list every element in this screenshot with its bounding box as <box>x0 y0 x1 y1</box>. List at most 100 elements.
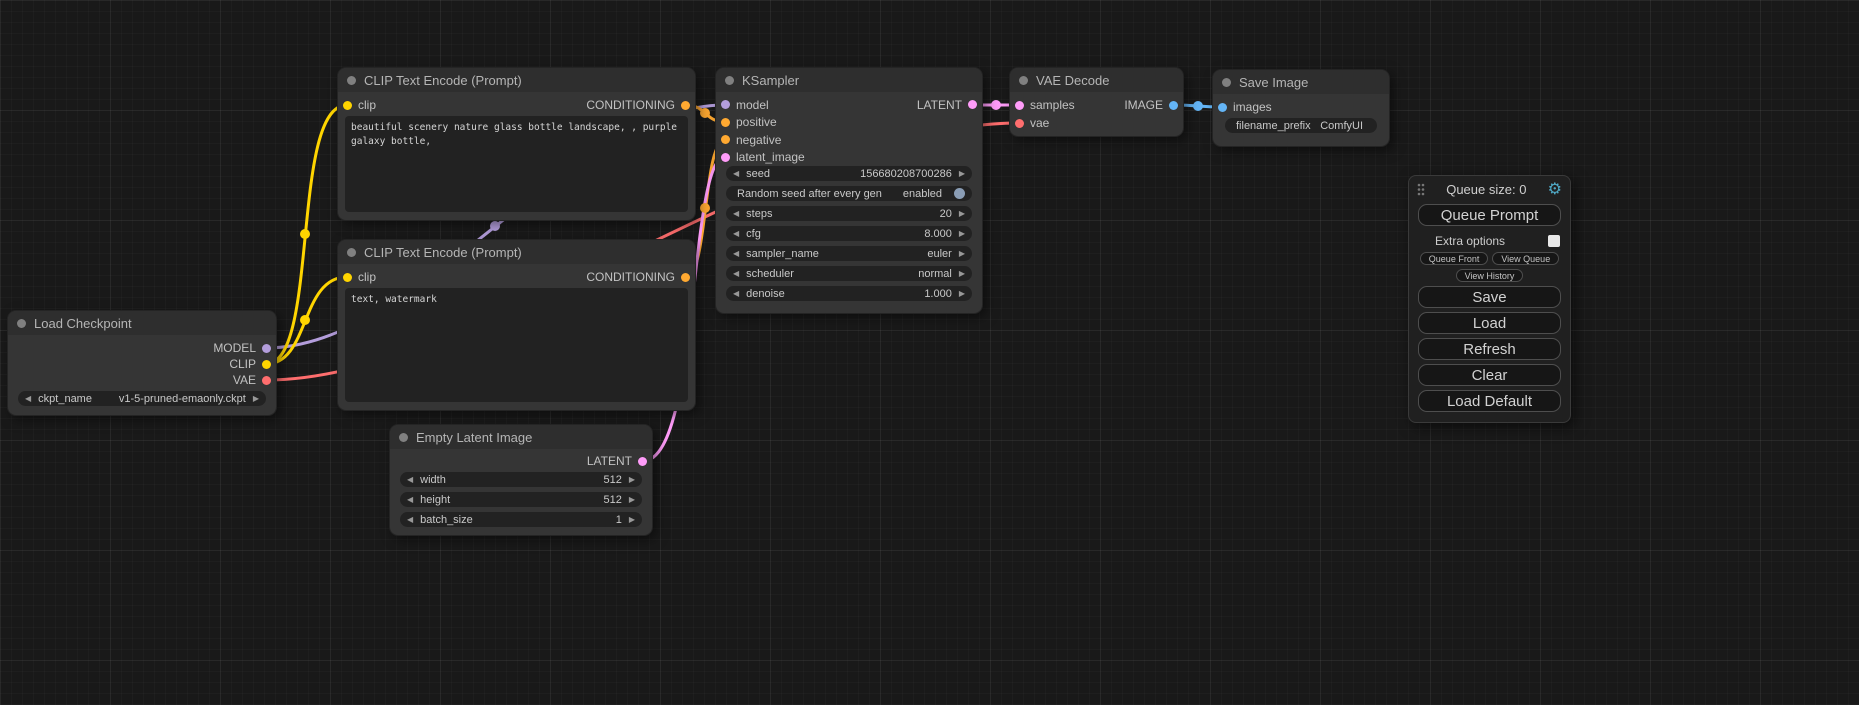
increment-arrow-icon[interactable]: ▶ <box>959 169 965 178</box>
widget-batch-size[interactable]: ◀ batch_size 1 ▶ <box>400 512 642 527</box>
output-dot-conditioning[interactable] <box>681 101 690 110</box>
load-button[interactable]: Load <box>1418 312 1561 334</box>
output-label-clip: CLIP <box>229 357 256 371</box>
output-label-latent: LATENT <box>917 98 962 112</box>
input-dot-model[interactable] <box>721 100 730 109</box>
drag-handle-icon[interactable] <box>1417 183 1425 196</box>
input-dot-latent-image[interactable] <box>721 153 730 162</box>
save-button[interactable]: Save <box>1418 286 1561 308</box>
input-dot-samples[interactable] <box>1015 101 1024 110</box>
extra-options-checkbox[interactable] <box>1548 235 1560 247</box>
decrement-arrow-icon[interactable]: ◀ <box>733 229 739 238</box>
widget-sampler-name[interactable]: ◀ sampler_name euler ▶ <box>726 246 972 261</box>
node-header[interactable]: VAE Decode <box>1010 68 1183 92</box>
collapse-dot-icon[interactable] <box>347 76 356 85</box>
increment-arrow-icon[interactable]: ▶ <box>959 289 965 298</box>
output-dot-conditioning[interactable] <box>681 273 690 282</box>
load-default-button[interactable]: Load Default <box>1418 390 1561 412</box>
node-header[interactable]: CLIP Text Encode (Prompt) <box>338 240 695 264</box>
view-history-button[interactable]: View History <box>1456 269 1524 282</box>
widget-denoise[interactable]: ◀ denoise 1.000 ▶ <box>726 286 972 301</box>
input-dot-clip[interactable] <box>343 101 352 110</box>
output-dot-vae[interactable] <box>262 376 271 385</box>
node-header[interactable]: KSampler <box>716 68 982 92</box>
increment-arrow-icon[interactable]: ▶ <box>959 229 965 238</box>
node-header[interactable]: Save Image <box>1213 70 1389 94</box>
collapse-dot-icon[interactable] <box>347 248 356 257</box>
node-vae-decode[interactable]: VAE Decode samples IMAGE vae <box>1010 68 1183 136</box>
node-clip-text-encode-positive[interactable]: CLIP Text Encode (Prompt) clip CONDITION… <box>338 68 695 220</box>
positive-prompt-textarea[interactable]: beautiful scenery nature glass bottle la… <box>345 116 688 212</box>
node-save-image[interactable]: Save Image images filename_prefix ComfyU… <box>1213 70 1389 146</box>
collapse-dot-icon[interactable] <box>725 76 734 85</box>
widget-scheduler[interactable]: ◀ scheduler normal ▶ <box>726 266 972 281</box>
widget-height[interactable]: ◀ height 512 ▶ <box>400 492 642 507</box>
increment-arrow-icon[interactable]: ▶ <box>629 515 635 524</box>
output-dot-latent[interactable] <box>968 100 977 109</box>
widget-cfg[interactable]: ◀ cfg 8.000 ▶ <box>726 226 972 241</box>
widget-steps[interactable]: ◀ steps 20 ▶ <box>726 206 972 221</box>
output-dot-image[interactable] <box>1169 101 1178 110</box>
widget-value: v1-5-pruned-emaonly.ckpt <box>119 393 246 405</box>
negative-prompt-textarea[interactable]: text, watermark <box>345 288 688 402</box>
input-dot-clip[interactable] <box>343 273 352 282</box>
queue-prompt-button[interactable]: Queue Prompt <box>1418 204 1561 226</box>
input-dot-positive[interactable] <box>721 118 730 127</box>
refresh-button[interactable]: Refresh <box>1418 338 1561 360</box>
widget-random-seed-toggle[interactable]: Random seed after every gen enabled <box>726 186 972 201</box>
decrement-arrow-icon[interactable]: ◀ <box>733 169 739 178</box>
link-ckpt-clip-to-negative-clip <box>266 277 347 364</box>
widget-value: 512 <box>603 474 621 486</box>
node-clip-text-encode-negative[interactable]: CLIP Text Encode (Prompt) clip CONDITION… <box>338 240 695 410</box>
decrement-arrow-icon[interactable]: ◀ <box>407 515 413 524</box>
input-label-positive: positive <box>736 115 777 129</box>
widget-label: denoise <box>746 288 785 300</box>
input-label-vae: vae <box>1030 116 1049 130</box>
increment-arrow-icon[interactable]: ▶ <box>253 394 259 403</box>
widget-width[interactable]: ◀ width 512 ▶ <box>400 472 642 487</box>
collapse-dot-icon[interactable] <box>399 433 408 442</box>
output-dot-clip[interactable] <box>262 360 271 369</box>
decrement-arrow-icon[interactable]: ◀ <box>733 269 739 278</box>
output-dot-latent[interactable] <box>638 457 647 466</box>
widget-ckpt-name[interactable]: ◀ ckpt_name v1-5-pruned-emaonly.ckpt ▶ <box>18 391 266 406</box>
link-midpoint-dot <box>490 221 500 231</box>
link-midpoint-dot <box>300 229 310 239</box>
increment-arrow-icon[interactable]: ▶ <box>959 269 965 278</box>
node-header[interactable]: CLIP Text Encode (Prompt) <box>338 68 695 92</box>
input-dot-vae[interactable] <box>1015 119 1024 128</box>
decrement-arrow-icon[interactable]: ◀ <box>407 475 413 484</box>
node-load-checkpoint[interactable]: Load Checkpoint MODEL CLIP VAE ◀ ckpt_na… <box>8 311 276 415</box>
clear-button[interactable]: Clear <box>1418 364 1561 386</box>
settings-gear-icon[interactable]: ⚙ <box>1548 181 1562 197</box>
link-midpoint-dot <box>300 315 310 325</box>
decrement-arrow-icon[interactable]: ◀ <box>25 394 31 403</box>
widget-value: 156680208700286 <box>860 168 952 180</box>
increment-arrow-icon[interactable]: ▶ <box>959 249 965 258</box>
queue-front-button[interactable]: Queue Front <box>1420 252 1489 265</box>
input-dot-images[interactable] <box>1218 103 1227 112</box>
node-header[interactable]: Empty Latent Image <box>390 425 652 449</box>
decrement-arrow-icon[interactable]: ◀ <box>733 289 739 298</box>
collapse-dot-icon[interactable] <box>1019 76 1028 85</box>
decrement-arrow-icon[interactable]: ◀ <box>407 495 413 504</box>
input-dot-negative[interactable] <box>721 135 730 144</box>
collapse-dot-icon[interactable] <box>1222 78 1231 87</box>
input-label-latent-image: latent_image <box>736 150 805 164</box>
increment-arrow-icon[interactable]: ▶ <box>629 495 635 504</box>
node-header[interactable]: Load Checkpoint <box>8 311 276 335</box>
node-empty-latent-image[interactable]: Empty Latent Image LATENT ◀ width 512 ▶ … <box>390 425 652 535</box>
output-dot-model[interactable] <box>262 344 271 353</box>
toggle-dot-icon[interactable] <box>954 188 965 199</box>
collapse-dot-icon[interactable] <box>17 319 26 328</box>
decrement-arrow-icon[interactable]: ◀ <box>733 249 739 258</box>
increment-arrow-icon[interactable]: ▶ <box>959 209 965 218</box>
decrement-arrow-icon[interactable]: ◀ <box>733 209 739 218</box>
link-midpoint-dot <box>700 108 710 118</box>
view-queue-button[interactable]: View Queue <box>1492 252 1559 265</box>
comfyui-canvas[interactable]: { "colors": { "model": "#B39DDB", "clip"… <box>0 0 1859 705</box>
increment-arrow-icon[interactable]: ▶ <box>629 475 635 484</box>
widget-filename-prefix[interactable]: filename_prefix ComfyUI <box>1225 118 1377 133</box>
widget-seed[interactable]: ◀ seed 156680208700286 ▶ <box>726 166 972 181</box>
node-ksampler[interactable]: KSampler model LATENT positive negative … <box>716 68 982 313</box>
